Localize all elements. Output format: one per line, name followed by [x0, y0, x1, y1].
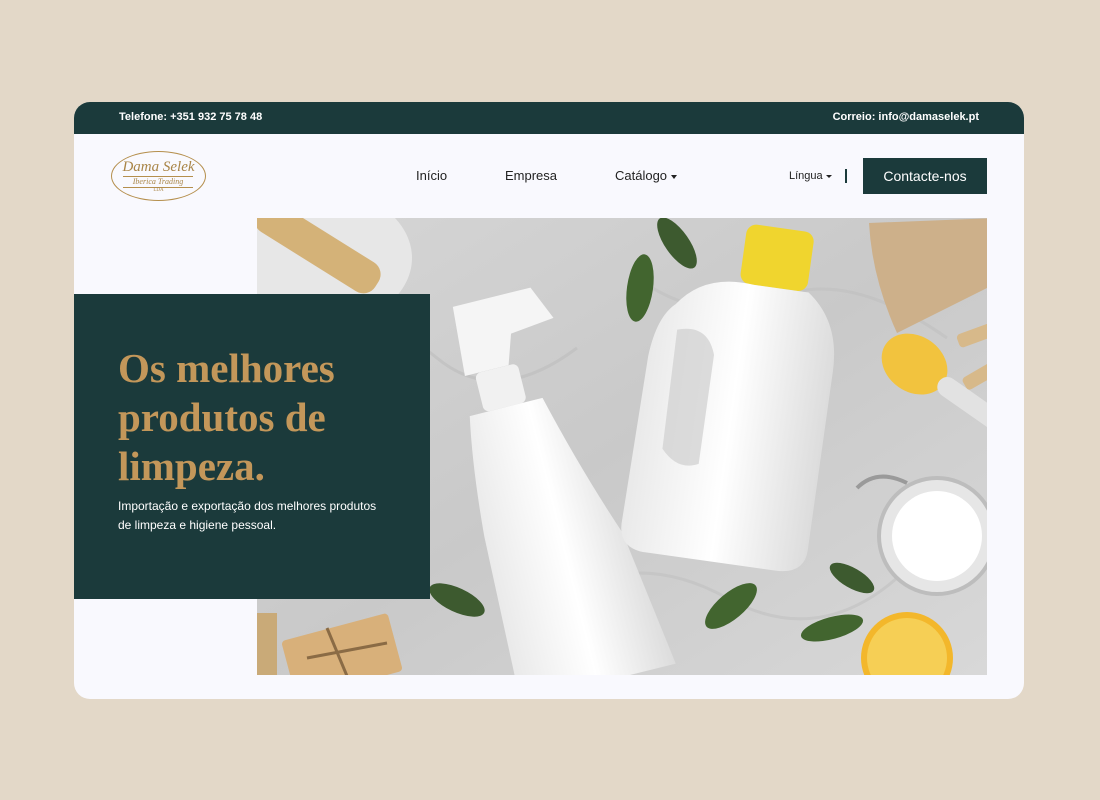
logo-name: Dama Selek [122, 159, 195, 175]
language-selector[interactable]: Língua [789, 170, 832, 182]
hero-title: Os melhores produtos de limpeza. [118, 345, 335, 489]
language-label: Língua [789, 170, 823, 182]
nav-item-inicio[interactable]: Início [416, 168, 447, 183]
company-logo[interactable]: Dama Selek Iberica Trading LDA [111, 151, 206, 201]
nav-item-catalogo-label: Catálogo [615, 168, 668, 183]
nav-item-empresa[interactable]: Empresa [505, 168, 557, 183]
logo-subtitle: Iberica Trading [123, 176, 193, 188]
email-link[interactable]: Correio: info@damaselek.pt [833, 111, 979, 123]
phone-link[interactable]: Telefone: +351 932 75 78 48 [119, 111, 262, 123]
hero-panel: Os melhores produtos de limpeza. Importa… [74, 294, 430, 599]
hero-subtitle: Importação e exportação dos melhores pro… [118, 499, 377, 532]
nav-divider [845, 169, 847, 183]
chevron-down-icon [671, 174, 678, 179]
contact-button[interactable]: Contacte-nos [863, 158, 987, 194]
site-card: Telefone: +351 932 75 78 48 Correio: inf… [74, 102, 1024, 699]
nav-item-catalogo[interactable]: Catálogo [615, 168, 678, 183]
contact-topbar: Telefone: +351 932 75 78 48 Correio: inf… [74, 102, 1024, 134]
chevron-down-icon [825, 174, 832, 178]
logo-suffix: LDA [153, 188, 164, 193]
